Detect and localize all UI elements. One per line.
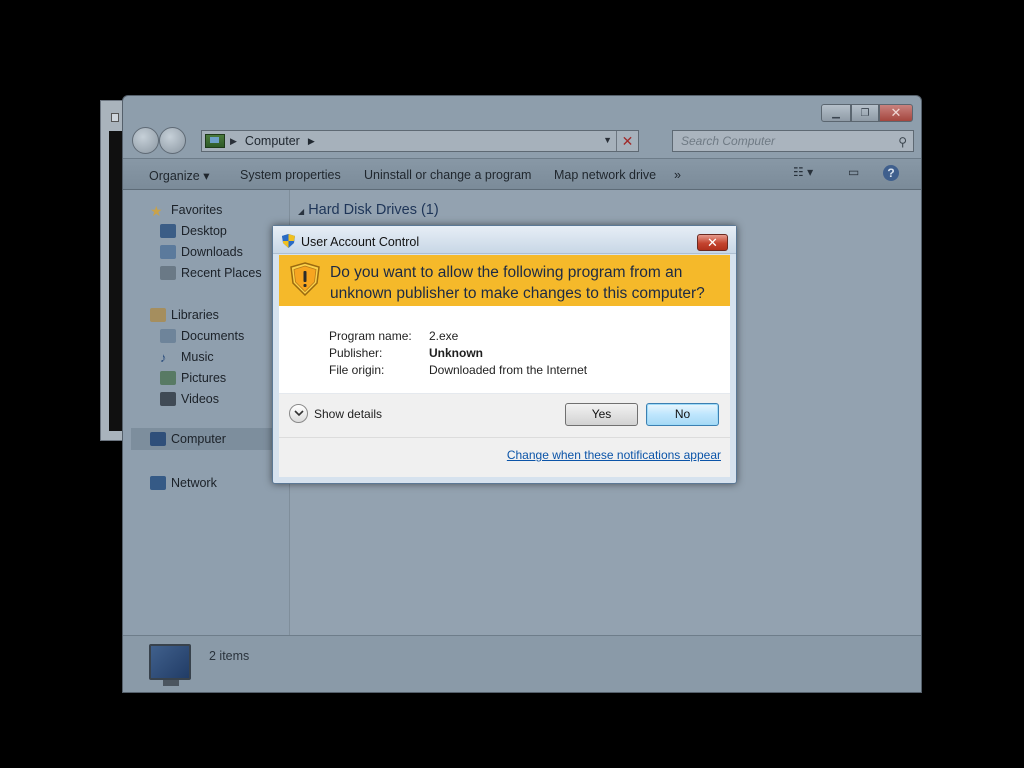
nav-network[interactable]: Network xyxy=(150,476,217,490)
computer-icon xyxy=(150,432,166,446)
network-icon xyxy=(150,476,166,490)
nav-desktop[interactable]: Desktop xyxy=(160,224,227,238)
group-header-hard-disk-drives[interactable]: ◢ Hard Disk Drives (1) xyxy=(298,202,439,218)
minimize-button[interactable]: ▁ xyxy=(821,104,851,122)
videos-icon xyxy=(160,392,176,406)
uac-warning-banner: Do you want to allow the following progr… xyxy=(279,255,730,306)
uac-title: User Account Control xyxy=(301,235,420,249)
program-name-row: Program name: 2.exe xyxy=(329,329,458,343)
navigation-pane: ★ Favorites Desktop Downloads Recent Pla… xyxy=(123,190,289,635)
system-properties-button[interactable]: System properties xyxy=(240,168,341,182)
show-details-label: Show details xyxy=(314,406,383,421)
breadcrumb-arrow-icon: ▶ xyxy=(230,135,237,146)
file-origin-value: Downloaded from the Internet xyxy=(429,363,588,377)
address-dropdown-icon[interactable]: ▼ xyxy=(603,135,612,145)
downloads-icon xyxy=(160,245,176,259)
program-name-value: 2.exe xyxy=(429,329,459,343)
item-count: 2 items xyxy=(209,649,250,663)
chevron-down-icon[interactable] xyxy=(289,404,308,423)
search-icon[interactable]: ⚲ xyxy=(898,132,907,152)
no-button[interactable]: No xyxy=(646,403,719,426)
music-icon: ♪ xyxy=(160,350,167,365)
publisher-row: Publisher: Unknown xyxy=(329,346,483,360)
libraries-icon xyxy=(150,308,166,322)
more-commands-button[interactable]: » xyxy=(674,168,681,182)
maximize-button[interactable]: ❐ xyxy=(851,104,879,122)
uac-shield-icon xyxy=(282,234,295,248)
publisher-value: Unknown xyxy=(429,346,483,360)
nav-videos[interactable]: Videos xyxy=(160,392,219,406)
warning-shield-icon xyxy=(290,262,320,296)
breadcrumb-arrow-icon[interactable]: ▶ xyxy=(308,136,315,147)
collapse-arrow-icon[interactable]: ◢ xyxy=(298,207,304,216)
uac-title-bar: User Account Control ✕ xyxy=(273,226,736,254)
change-notifications-link[interactable]: Change when these notifications appear xyxy=(507,448,721,462)
program-name-label: Program name: xyxy=(329,329,412,343)
close-button[interactable]: ✕ xyxy=(879,104,913,122)
uac-button-area: Show details Yes No xyxy=(279,394,730,437)
star-icon: ★ xyxy=(150,203,163,219)
map-network-drive-button[interactable]: Map network drive xyxy=(554,168,656,182)
nav-downloads[interactable]: Downloads xyxy=(160,245,243,259)
nav-recent-places[interactable]: Recent Places xyxy=(160,266,262,280)
uac-dialog: User Account Control ✕ Do you want to al… xyxy=(272,225,737,484)
pictures-icon xyxy=(160,371,176,385)
file-origin-row: File origin: Downloaded from the Internet xyxy=(329,363,587,377)
breadcrumb-computer[interactable]: Computer xyxy=(245,134,300,148)
preview-pane-icon[interactable]: ▭ xyxy=(848,165,859,179)
window-icon xyxy=(111,113,119,122)
yes-button[interactable]: Yes xyxy=(565,403,638,426)
uninstall-program-button[interactable]: Uninstall or change a program xyxy=(364,168,531,182)
caption-buttons: ▁ ❐ ✕ xyxy=(821,104,913,122)
nav-documents[interactable]: Documents xyxy=(160,329,244,343)
help-icon[interactable]: ? xyxy=(883,165,899,181)
recent-places-icon xyxy=(160,266,176,280)
background-window xyxy=(100,100,125,441)
nav-libraries[interactable]: Libraries xyxy=(150,308,219,322)
nav-pictures[interactable]: Pictures xyxy=(160,371,226,385)
search-placeholder: Search Computer xyxy=(681,134,776,148)
address-bar[interactable]: ▶ Computer ▶ ▼ ✕ xyxy=(201,130,639,152)
uac-close-button[interactable]: ✕ xyxy=(697,234,728,251)
desktop-icon xyxy=(160,224,176,238)
computer-monitor-icon xyxy=(149,644,191,680)
nav-music[interactable]: ♪ Music xyxy=(160,350,214,365)
forward-button[interactable] xyxy=(159,127,186,154)
stop-icon[interactable]: ✕ xyxy=(616,131,638,151)
search-input[interactable]: Search Computer ⚲ xyxy=(672,130,914,152)
view-options-icon[interactable]: ☷ ▾ xyxy=(793,165,813,179)
uac-body: Program name: 2.exe Publisher: Unknown Fil… xyxy=(279,306,730,477)
show-details-toggle[interactable]: Show details xyxy=(289,404,382,423)
uac-link-area: Change when these notifications appear xyxy=(279,438,730,477)
computer-icon xyxy=(205,134,225,148)
back-button[interactable] xyxy=(132,127,159,154)
nav-computer[interactable]: Computer xyxy=(131,428,281,450)
uac-question: Do you want to allow the following progr… xyxy=(330,264,705,302)
navigation-bar: ▶ Computer ▶ ▼ ✕ Search Computer ⚲ xyxy=(123,124,921,158)
documents-icon xyxy=(160,329,176,343)
details-pane: 2 items xyxy=(123,635,921,692)
nav-favorites[interactable]: ★ Favorites xyxy=(150,203,222,219)
file-origin-label: File origin: xyxy=(329,363,385,377)
command-bar: Organize ▾ System properties Uninstall o… xyxy=(123,158,921,190)
organize-button[interactable]: Organize ▾ xyxy=(149,168,209,183)
publisher-label: Publisher: xyxy=(329,346,383,360)
monitor-stand xyxy=(163,680,179,686)
